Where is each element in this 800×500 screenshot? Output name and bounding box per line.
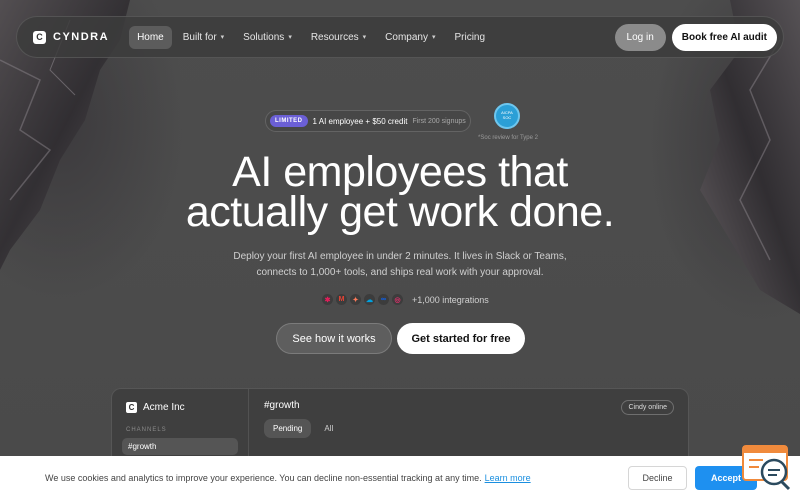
salesforce-glyph: ☁ [366, 296, 373, 304]
learn-more-link[interactable]: Learn more [485, 473, 531, 483]
login-button[interactable]: Log in [614, 23, 666, 51]
nav-item-label: Solutions [243, 31, 285, 43]
headline-line-2: actually get work done. [185, 188, 615, 236]
instagram-glyph: ◎ [394, 296, 401, 304]
workspace-name: Acme Inc [143, 402, 185, 413]
subtext-line-1: Deploy your first AI employee in under 2… [233, 251, 567, 262]
hero-headline: AI employees that actually get work done… [0, 151, 800, 234]
cookie-banner: We use cookies and analytics to improve … [0, 456, 800, 500]
promo-banner[interactable]: LIMITED 1 AI employee + $50 credit First… [265, 110, 471, 132]
online-status-badge: Cindy online [621, 400, 674, 415]
nav-item-label: Pricing [454, 31, 486, 43]
integrations-count: +1,000 integrations [412, 294, 489, 305]
nav-item-label: Company [385, 31, 428, 43]
brand-name: CYNDRA [53, 31, 110, 43]
hero-subtext: Deploy your first AI employee in under 2… [0, 249, 800, 281]
channel-item-growth[interactable]: #growth [122, 438, 238, 455]
chevron-down-icon: ▾ [220, 34, 225, 41]
nav-item-label: Resources [310, 31, 359, 43]
get-started-button[interactable]: Get started for free [397, 323, 525, 354]
book-audit-button[interactable]: Book free AI audit [671, 23, 777, 51]
nav-item-resources[interactable]: Resources ▾ [303, 26, 374, 49]
hubspot-icon: ✦ [350, 294, 361, 305]
nav-item-label: Built for [182, 31, 217, 43]
nav-item-solutions[interactable]: Solutions ▾ [235, 26, 300, 49]
channel-title: #growth [264, 400, 300, 411]
nav-item-built-for[interactable]: Built for ▾ [175, 26, 232, 49]
message-tabs: Pending All [264, 419, 674, 438]
chevron-down-icon: ▾ [431, 34, 436, 41]
hubspot-glyph: ✦ [352, 296, 359, 304]
gmail-icon: M [336, 294, 347, 305]
workspace-switcher[interactable]: C Acme Inc [126, 402, 238, 413]
workspace-logo-icon: C [126, 402, 137, 413]
badge-line-2: SOC [502, 115, 512, 120]
top-navigation: C CYNDRA Home Built for ▾ Solutions ▾ Reso… [16, 16, 784, 58]
soc-badge-icon: AICPA SOC [494, 103, 520, 129]
gmail-glyph: M [338, 296, 345, 303]
nav-item-pricing[interactable]: Pricing [446, 26, 493, 49]
promo-subtext: First 200 signups [412, 117, 466, 125]
limited-tag: LIMITED [270, 115, 308, 127]
cookie-text: We use cookies and analytics to improve … [45, 473, 482, 483]
meta-icon: ∞ [378, 294, 389, 305]
nav-item-home[interactable]: Home [129, 25, 172, 49]
slack-icon: ✱ [322, 294, 333, 305]
channels-heading: CHANNELS [126, 427, 167, 433]
tab-all[interactable]: All [315, 419, 342, 438]
subtext-line-2: connects to 1,000+ tools, and ships real… [256, 267, 544, 278]
chat-support-icon[interactable] [741, 444, 793, 492]
see-how-it-works-button[interactable]: See how it works [276, 323, 392, 354]
integrations-row: ✱ M ✦ ☁ ∞ ◎ +1,000 integrations [322, 294, 489, 305]
instagram-icon: ◎ [392, 294, 403, 305]
tab-pending[interactable]: Pending [264, 419, 312, 438]
meta-glyph: ∞ [381, 296, 386, 303]
chevron-down-icon: ▾ [362, 34, 367, 41]
promo-text: 1 AI employee + $50 credit [312, 116, 408, 126]
slack-glyph: ✱ [324, 296, 331, 304]
badge-caption: *Soc review for Type 2 [478, 135, 538, 141]
logo-mark-icon: C [33, 30, 46, 44]
chevron-down-icon: ▾ [288, 34, 292, 41]
brand-logo[interactable]: C CYNDRA [33, 30, 110, 44]
nav-item-label: Home [137, 31, 164, 43]
nav-item-company[interactable]: Company ▾ [377, 26, 443, 49]
decline-button[interactable]: Decline [628, 466, 687, 490]
salesforce-icon: ☁ [364, 294, 375, 305]
